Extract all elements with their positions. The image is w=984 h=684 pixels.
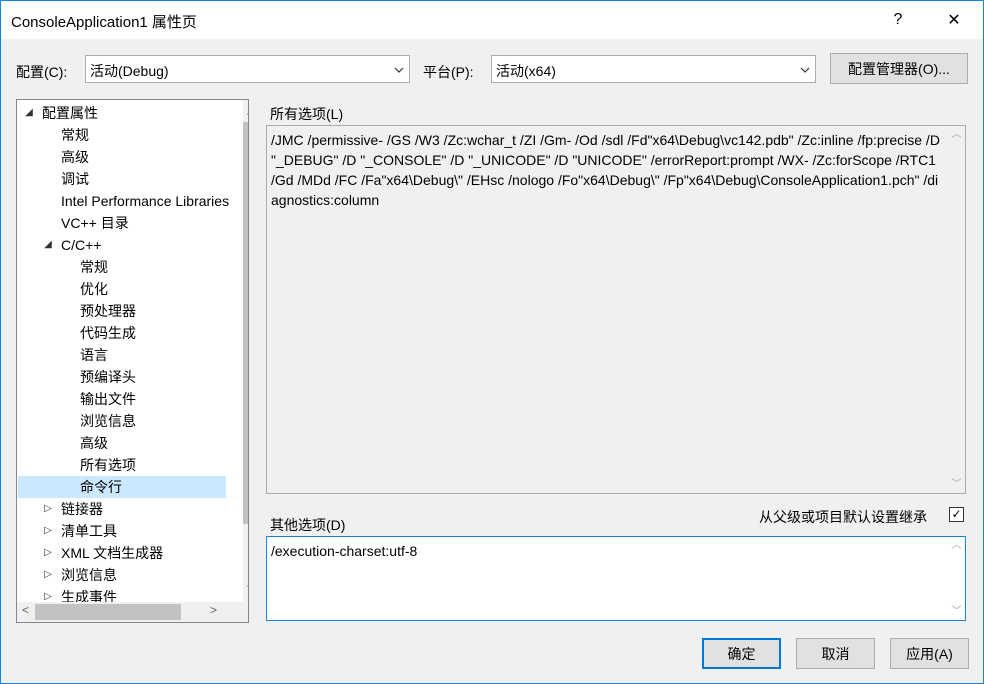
tree-item-preprocessor[interactable]: 预处理器 [80,300,136,322]
tree-item-label: 浏览信息 [61,567,117,583]
tree-item-label: C/C++ [61,237,102,253]
collapsed-icon[interactable]: ▷ [42,542,54,564]
apply-button[interactable]: 应用(A) [890,638,969,669]
all-options-textbox[interactable]: /JMC /permissive- /GS /W3 /Zc:wchar_t /Z… [266,125,966,494]
tree-item-browse-info[interactable]: ▷ 浏览信息 [42,564,117,586]
chevron-down-icon [394,67,404,73]
tree-item-label: 链接器 [61,501,103,517]
tree-item-xml-doc-generator[interactable]: ▷ XML 文档生成器 [42,542,163,564]
platform-label: 平台(P): [423,64,474,80]
other-options-textbox[interactable]: /execution-charset:utf-8 ︿ ﹀ [266,536,966,621]
tree-item-precompiled-headers[interactable]: 预编译头 [80,366,136,388]
scroll-left-icon[interactable]: < [22,603,29,617]
tree-item-advanced[interactable]: 高级 [61,146,89,168]
all-options-scrollbar[interactable]: ︿ ﹀ [948,126,965,493]
property-pages-dialog: ConsoleApplication1 属性页 ? ✕ 配置(C): 活动(De… [0,0,984,684]
config-label: 配置(C): [16,64,68,80]
scroll-up-icon[interactable]: ︿ [948,126,965,143]
tree-vertical-scrollbar[interactable]: ︿ ﹀ [243,100,249,602]
tree-item-cpp-general[interactable]: 常规 [80,256,108,278]
title-bar: ConsoleApplication1 属性页 ? ✕ [1,1,983,39]
close-button[interactable]: ✕ [931,1,977,39]
tree-item-language[interactable]: 语言 [80,344,108,366]
help-icon: ? [893,11,903,28]
help-button[interactable]: ? [875,1,921,39]
chevron-down-icon [800,67,810,73]
tree-item-debugging[interactable]: 调试 [61,168,89,190]
platform-dropdown[interactable]: 活动(x64) [491,55,816,83]
tree-item-output-files[interactable]: 输出文件 [80,388,136,410]
collapsed-icon[interactable]: ▷ [42,498,54,520]
all-options-label: 所有选项(L) [270,106,344,122]
tree-item-browse-information[interactable]: 浏览信息 [80,410,136,432]
tree-item-command-line[interactable]: 命令行 [18,476,226,498]
scroll-thumb[interactable] [243,122,248,524]
config-value: 活动(Debug) [90,63,169,79]
tree-item-code-generation[interactable]: 代码生成 [80,322,136,344]
tree-item-cpp-advanced[interactable]: 高级 [80,432,108,454]
scroll-up-icon[interactable]: ︿ [243,102,249,117]
tree-item-optimization[interactable]: 优化 [80,278,108,300]
other-options-label: 其他选项(D) [270,517,346,533]
tree-item-linker[interactable]: ▷ 链接器 [42,498,103,520]
platform-value: 活动(x64) [496,63,556,79]
inherit-checkbox[interactable]: ✓ [949,507,964,522]
tree-item-intel-performance-libraries[interactable]: Intel Performance Libraries [61,190,229,212]
tree-item-label: XML 文档生成器 [61,545,164,561]
cancel-button[interactable]: 取消 [796,638,875,669]
close-icon: ✕ [947,12,961,29]
scroll-down-icon[interactable]: ﹀ [948,603,965,620]
tree-item-manifest-tool[interactable]: ▷ 清单工具 [42,520,117,542]
config-dropdown[interactable]: 活动(Debug) [85,55,410,83]
window-title: ConsoleApplication1 属性页 [11,14,197,31]
scrollbar-corner [243,602,248,622]
other-options-text[interactable]: /execution-charset:utf-8 [271,541,943,561]
tree-item-general[interactable]: 常规 [61,124,89,146]
config-manager-button[interactable]: 配置管理器(O)... [830,53,968,84]
tree-item-config-properties[interactable]: ◢ 配置属性 [23,102,98,124]
inherit-label: 从父级或项目默认设置继承 [759,509,927,525]
collapsed-icon[interactable]: ▷ [42,520,54,542]
property-tree: ◢ 配置属性 常规 高级 调试 Intel Performance Librar… [16,99,249,623]
tree-item-all-options[interactable]: 所有选项 [80,454,136,476]
all-options-text: /JMC /permissive- /GS /W3 /Zc:wchar_t /Z… [271,132,944,208]
ok-button[interactable]: 确定 [702,638,781,669]
scroll-down-icon[interactable]: ﹀ [948,476,965,493]
tree-item-label: 配置属性 [42,105,98,121]
tree-item-c-cpp[interactable]: ◢ C/C++ [42,234,101,256]
scroll-down-icon[interactable]: ﹀ [243,582,249,597]
tree-horizontal-scrollbar[interactable]: < > [17,602,243,622]
scroll-up-icon[interactable]: ︿ [948,537,965,554]
expanded-icon[interactable]: ◢ [23,102,35,124]
check-icon: ✓ [951,507,962,521]
expanded-icon[interactable]: ◢ [42,234,54,256]
tree-item-label: 清单工具 [61,523,117,539]
collapsed-icon[interactable]: ▷ [42,564,54,586]
tree-item-vc-directories[interactable]: VC++ 目录 [61,212,129,234]
scroll-right-icon[interactable]: > [210,603,217,617]
scroll-thumb[interactable] [35,604,181,620]
other-options-scrollbar[interactable]: ︿ ﹀ [948,537,965,620]
